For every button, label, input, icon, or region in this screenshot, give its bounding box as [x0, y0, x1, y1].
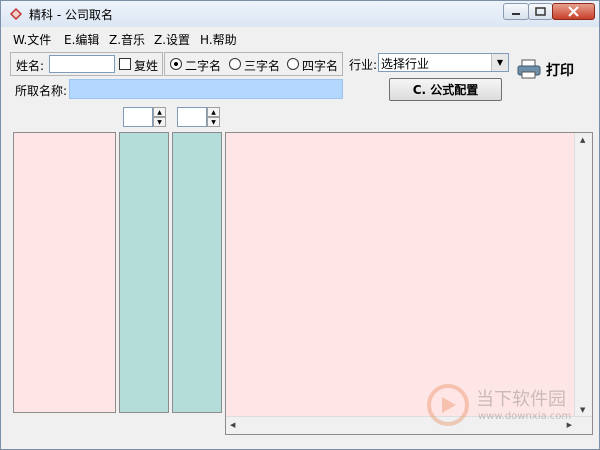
printer-icon	[517, 59, 541, 79]
compound-surname-checkbox[interactable]	[119, 58, 131, 70]
surname-input[interactable]	[49, 55, 115, 73]
spinner-up-icon[interactable]: ▲	[207, 107, 220, 117]
formula-config-button[interactable]: C. 公式配置	[389, 78, 502, 101]
spinner-down-icon[interactable]: ▼	[153, 117, 166, 127]
radio-three-char-label: 三字名	[244, 59, 281, 73]
name-length-group: 二字名 三字名 四字名	[164, 52, 343, 76]
surname-group: 姓名: 复姓	[10, 52, 163, 76]
watermark-logo-icon	[427, 384, 469, 426]
maximize-icon	[535, 7, 546, 16]
print-button[interactable]: 打印	[517, 57, 581, 81]
industry-select-value: 选择行业	[381, 57, 430, 71]
app-window: 精科 - 公司取名 W.文件 E.编辑 Z.音乐 Z.设置 H.帮助 姓名: 复…	[0, 0, 600, 450]
minimize-button[interactable]	[503, 3, 529, 20]
industry-label: 行业:	[349, 58, 378, 72]
watermark-url: www.downxia.com	[478, 411, 572, 422]
menu-bar: W.文件 E.编辑 Z.音乐 Z.设置 H.帮助	[1, 28, 599, 48]
spinner-first[interactable]: ▲ ▼	[123, 107, 166, 127]
menu-file[interactable]: W.文件	[13, 31, 51, 48]
radio-four-char-label: 四字名	[302, 59, 339, 73]
close-button[interactable]	[552, 3, 595, 20]
scroll-left-icon[interactable]: ◀	[230, 421, 235, 429]
spinner-up-icon[interactable]: ▲	[153, 107, 166, 117]
surname-list-panel[interactable]	[13, 132, 116, 413]
spinner-second[interactable]: ▲ ▼	[177, 107, 220, 127]
menu-help[interactable]: H.帮助	[200, 31, 237, 48]
result-name-label: 所取名称:	[15, 84, 68, 98]
first-char-list-panel[interactable]	[119, 132, 169, 413]
chevron-down-icon: ▼	[491, 54, 508, 71]
watermark: 当下软件园 www.downxia.com	[426, 381, 586, 431]
menu-music[interactable]: Z.音乐	[109, 31, 145, 48]
second-char-list-panel[interactable]	[172, 132, 222, 413]
surname-label: 姓名:	[16, 59, 45, 73]
title-bar: 精科 - 公司取名	[1, 1, 599, 27]
print-label: 打印	[546, 63, 574, 79]
radio-four-char[interactable]	[287, 58, 299, 70]
radio-three-char[interactable]	[229, 58, 241, 70]
window-title: 精科 - 公司取名	[29, 8, 113, 22]
minimize-icon	[512, 13, 520, 15]
spinner-second-value[interactable]	[177, 107, 207, 127]
radio-two-char-label: 二字名	[185, 59, 222, 73]
radio-two-char[interactable]	[170, 58, 182, 70]
result-name-field[interactable]	[69, 79, 343, 99]
vertical-scrollbar[interactable]: ▲ ▼	[574, 133, 592, 417]
close-icon	[568, 6, 579, 17]
menu-edit[interactable]: E.编辑	[64, 31, 99, 48]
compound-surname-label: 复姓	[134, 59, 159, 73]
watermark-brand: 当下软件园	[476, 389, 566, 410]
app-logo-icon	[10, 8, 22, 20]
scroll-up-icon[interactable]: ▲	[580, 136, 585, 144]
maximize-button[interactable]	[528, 3, 553, 20]
industry-select[interactable]: 选择行业 ▼	[378, 53, 509, 72]
menu-settings[interactable]: Z.设置	[154, 31, 190, 48]
spinner-first-value[interactable]	[123, 107, 153, 127]
spinner-down-icon[interactable]: ▼	[207, 117, 220, 127]
